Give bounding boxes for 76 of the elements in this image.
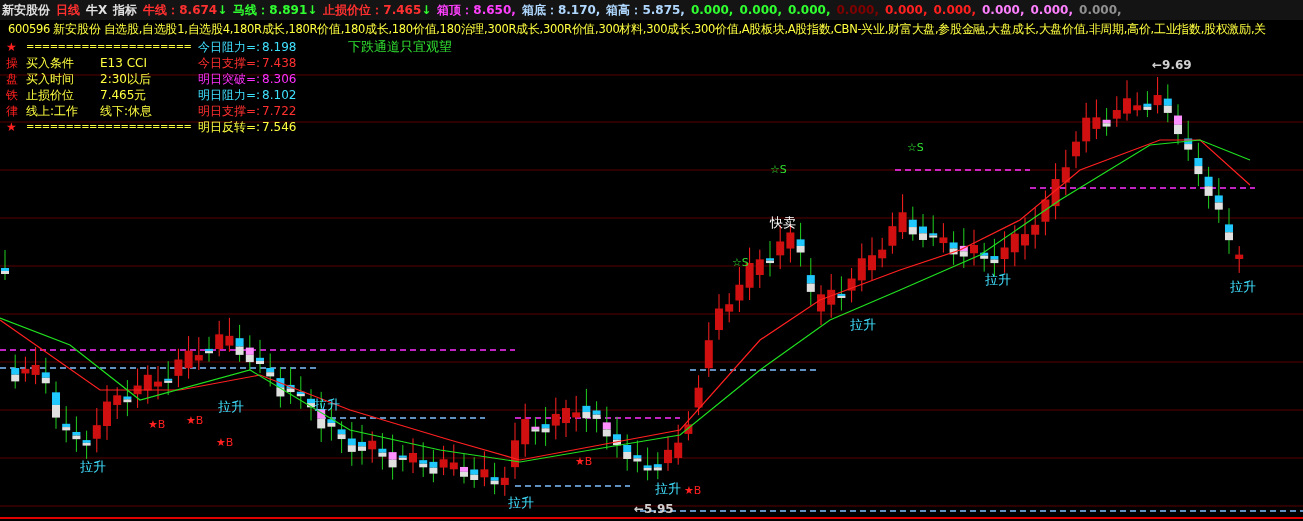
separator-line-text: ===================== [26, 40, 192, 54]
buy-signal: ★B [684, 485, 702, 496]
level-label: 明日反转=: [198, 119, 261, 135]
sell-signal: ☆S [732, 257, 749, 268]
buy-signal: ★B [148, 419, 166, 430]
indicator-label: 止损价位： [323, 2, 384, 19]
separator-line-text: ===================== [26, 120, 192, 134]
indicator-value: 8.170, [557, 2, 601, 19]
indicator-value: 7.465 [383, 2, 422, 19]
indicator-value: 0.000, [836, 2, 879, 19]
sell-signal: ☆S [907, 142, 924, 153]
level-label: 今日支撑=: [198, 55, 261, 71]
buy-signal: ★B [575, 456, 593, 467]
plan-marker: 铁 [6, 87, 19, 103]
indicator-value: 0.000, [690, 2, 734, 19]
plan-label: 线上:工作 [26, 103, 80, 119]
indicator-value: 5.875, [642, 2, 685, 19]
low-price-label: ←5.95 [634, 503, 674, 515]
indicator-value: 0.000, [982, 2, 1025, 19]
indicator-label: 箱底： [521, 2, 558, 19]
down-arrow: ↓ [421, 2, 432, 19]
level-value: 7.722 [262, 103, 297, 119]
rise-label: 拉升 [850, 318, 876, 331]
rise-label: 拉升 [508, 496, 534, 509]
stock-name: 新安股份 [2, 2, 50, 19]
buy-signal: ★B [186, 415, 204, 426]
indicator-label: 箱高： [606, 2, 643, 19]
level-value: 8.102 [262, 87, 297, 103]
plan-marker: 操 [6, 55, 19, 71]
menu-item[interactable]: 指标 [113, 1, 138, 19]
plan-label: 买入条件 [26, 55, 75, 71]
plan-label: 买入时间 [26, 71, 75, 87]
plan-marker: 律 [6, 103, 19, 119]
level-label: 明日支撑=: [198, 103, 261, 119]
stock-blocks-text: 600596 新安股份 自选股,自选股1,自选股4,180R成长,180R价值,180成长,180价值,180治理,300R成长,300R价值,300材料,300成长,300价值,A股板块,A股指数,CBN-兴业,财富大盘,参股金融,大盘成长,大盘价值,非周期,高价,工业指数,股权激励,关 [7, 21, 1267, 38]
indicator-value: 0.000, [1030, 2, 1074, 19]
down-arrow: ↓ [307, 2, 318, 19]
rise-label: 拉升 [80, 460, 106, 473]
level-value: 7.438 [262, 55, 297, 71]
indicator-value: 0.000, [739, 2, 782, 19]
level-label: 明日阻力=: [198, 87, 261, 103]
rise-label: 拉升 [655, 482, 681, 495]
indicator-label: 牛线： [143, 2, 180, 19]
indicator-value: 8.674 [179, 2, 218, 19]
plan-value: E13 CCI [100, 55, 147, 71]
sell-signal: ☆S [770, 164, 787, 175]
high-price-label: ←9.69 [1152, 59, 1192, 71]
rise-label: 拉升 [218, 400, 244, 413]
plan-value: 线下:休息 [100, 103, 153, 119]
menu-item[interactable]: 牛X [86, 1, 108, 19]
buy-signal: ★B [216, 437, 234, 448]
rise-label: 拉升 [985, 273, 1011, 286]
down-arrow: ↓ [217, 2, 228, 19]
level-value: 7.546 [262, 119, 297, 135]
plan-marker: 盘 [6, 71, 19, 87]
indicator-value: 8.891 [269, 2, 308, 19]
plan-label: 止损价位 [26, 87, 75, 103]
indicator-value: 8.650, [473, 2, 516, 19]
indicator-value: 0.000, [933, 2, 976, 19]
plan-marker: ★ [6, 39, 18, 55]
plan-marker: ★ [6, 119, 18, 135]
trend-advice: 下跌通道只宜观望 [348, 39, 452, 55]
level-value: 8.198 [262, 39, 297, 55]
period-tab[interactable]: 日线 [56, 1, 80, 19]
level-label: 明日突破=: [198, 71, 261, 87]
indicator-value: 0.000, [1079, 2, 1122, 19]
rise-label: 拉升 [1230, 280, 1256, 293]
level-label: 今日阻力=: [198, 39, 261, 55]
indicator-label: 箱顶： [437, 2, 474, 19]
plan-value: 7.465元 [100, 87, 147, 103]
indicator-value: 0.000, [884, 2, 928, 19]
plan-value: 2:30以后 [100, 71, 151, 87]
sell-label: 快卖 [770, 216, 796, 229]
indicator-value: 0.000, [787, 2, 831, 19]
indicator-label: 马线： [233, 2, 270, 19]
level-value: 8.306 [262, 71, 297, 87]
